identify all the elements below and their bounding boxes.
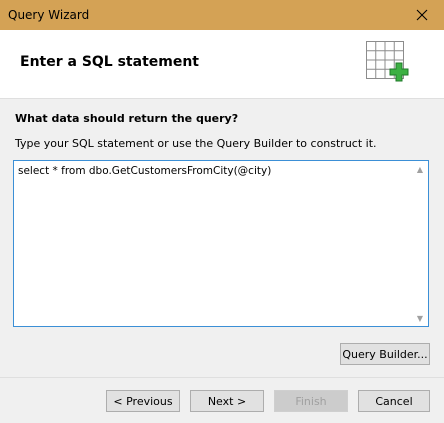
question-label: What data should return the query? — [15, 112, 239, 125]
cancel-button[interactable]: Cancel — [358, 390, 430, 412]
scroll-up-icon[interactable]: ▲ — [412, 162, 428, 176]
next-button[interactable]: Next > — [190, 390, 264, 412]
window-title: Query Wizard — [8, 8, 90, 22]
wizard-content: What data should return the query? Type … — [0, 99, 444, 377]
wizard-header: Enter a SQL statement — [0, 30, 444, 99]
wizard-footer: < Previous Next > Finish Cancel — [0, 378, 444, 423]
previous-button[interactable]: < Previous — [106, 390, 180, 412]
sql-statement-value[interactable]: select * from dbo.GetCustomersFromCity(@… — [18, 165, 410, 177]
close-button[interactable] — [400, 0, 444, 30]
title-bar: Query Wizard — [0, 0, 444, 30]
sql-statement-textarea[interactable]: select * from dbo.GetCustomersFromCity(@… — [13, 160, 429, 327]
vertical-scrollbar[interactable]: ▲ ▼ — [412, 161, 428, 326]
query-builder-button[interactable]: Query Builder... — [340, 343, 430, 365]
table-add-icon — [366, 41, 409, 82]
page-title: Enter a SQL statement — [20, 54, 199, 70]
instruction-text: Type your SQL statement or use the Query… — [15, 137, 377, 150]
scroll-down-icon[interactable]: ▼ — [412, 311, 428, 325]
finish-button: Finish — [274, 390, 348, 412]
close-icon — [416, 9, 428, 21]
